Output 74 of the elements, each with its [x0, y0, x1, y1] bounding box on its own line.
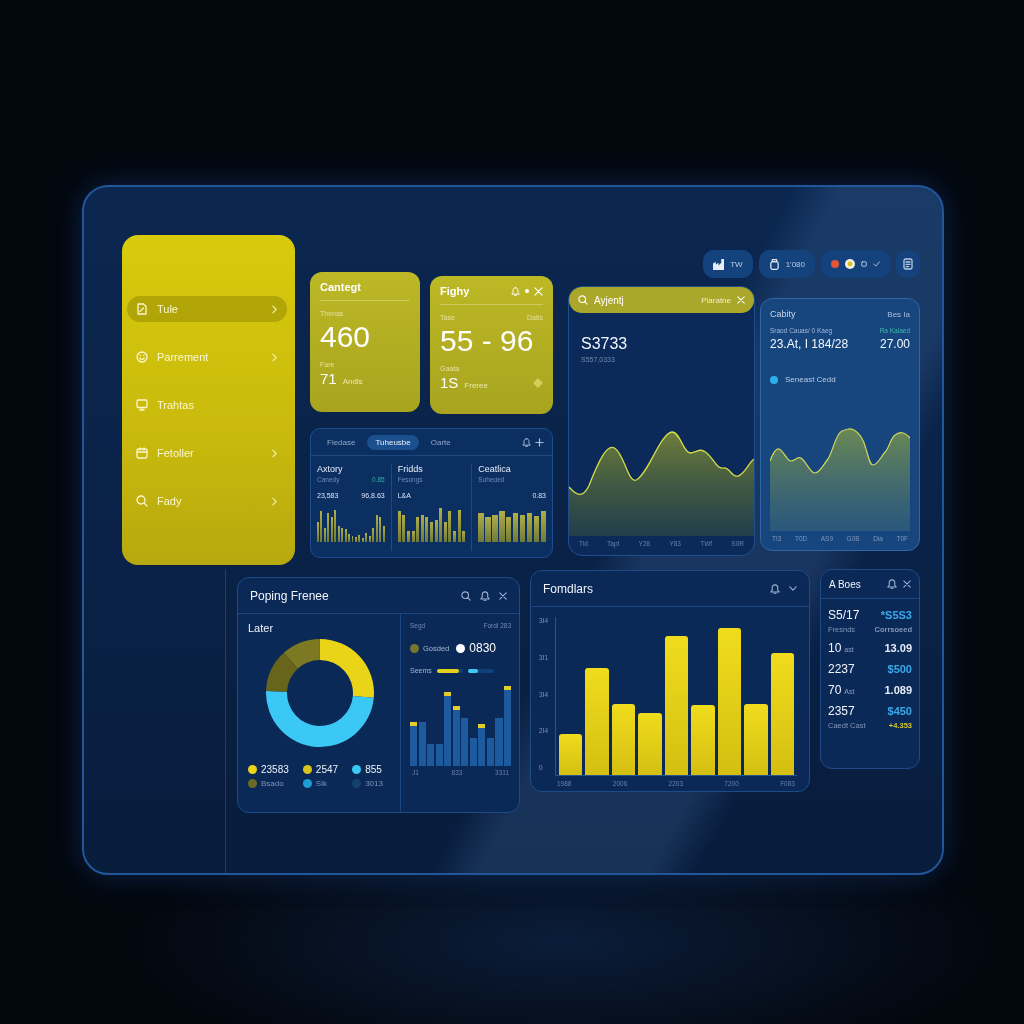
toolbar-chip[interactable]: 1'080 [758, 250, 815, 278]
column-title: Ceatlica [478, 464, 512, 474]
tab[interactable]: Fiedase [319, 434, 364, 450]
card-value: 55 - 96 [440, 325, 535, 357]
panel-title: Fomdlars [543, 581, 593, 596]
panel-title: Poping Frenee [250, 588, 329, 603]
dot-icon [525, 289, 529, 293]
document-icon [903, 258, 913, 270]
bell-icon[interactable] [887, 579, 897, 589]
list-amount: 13.09 [884, 642, 912, 654]
bell-icon[interactable] [770, 583, 780, 594]
legend-label: Sik [315, 779, 327, 788]
building-icon [713, 258, 725, 270]
search-icon[interactable] [461, 590, 471, 601]
chevron-down-icon[interactable] [789, 586, 797, 591]
legend-label: 3013 [365, 779, 383, 788]
card-title: Cantegt [320, 281, 361, 293]
legend-label: 0830 [469, 641, 496, 655]
close-icon[interactable] [499, 591, 507, 600]
smiley-icon [136, 351, 148, 363]
list-amount: *S5S3 [880, 609, 912, 621]
panel-subtitle: Later [248, 622, 275, 634]
toolbar-chip[interactable]: TW [703, 250, 753, 278]
search-icon [136, 495, 148, 507]
bar [559, 733, 583, 775]
bell-icon[interactable] [480, 590, 490, 601]
legend-label: 23583 [261, 764, 289, 775]
legend-label: Seneast Cedd [785, 375, 836, 384]
list-value: 10 [828, 641, 842, 655]
card-sub-value: 71 [320, 370, 337, 387]
bar [638, 713, 662, 775]
legend-label: 2547 [315, 764, 339, 775]
list-value: 70 [828, 683, 842, 697]
diamond-icon [533, 378, 543, 388]
column-title: Fridds [397, 464, 424, 474]
legend-label: 855 [365, 764, 382, 775]
check-icon [873, 261, 880, 267]
document-icon [136, 303, 148, 315]
card-sub-label: Freree [464, 381, 488, 390]
list-value: 2237 [828, 662, 855, 676]
card-sub-value: 1S [440, 374, 459, 391]
list-amount: $500 [887, 663, 912, 675]
filter-label: Plaratne [701, 295, 731, 305]
bell-icon[interactable] [522, 437, 531, 447]
card-title: Fighy [440, 285, 470, 297]
coin-icon [845, 259, 855, 269]
status-chip[interactable] [821, 250, 890, 278]
list-value: S5/17 [828, 608, 860, 622]
tab[interactable]: Oarte [422, 434, 459, 450]
card-sub-label: Andis [342, 377, 363, 386]
list-value: 2357 [828, 704, 855, 718]
plus-icon[interactable] [535, 437, 544, 447]
panel-title: A Boes [829, 578, 861, 590]
bar [611, 703, 636, 775]
summary-total: 27.00 [879, 337, 910, 351]
document-button[interactable] [896, 250, 920, 278]
list-amount: $450 [887, 705, 912, 717]
bar [691, 705, 715, 775]
monitor-icon [136, 399, 148, 411]
metric-value: S3733 [581, 335, 629, 353]
search-icon [578, 295, 588, 305]
close-icon[interactable] [903, 580, 911, 588]
legend-label: Bsado [261, 779, 284, 788]
column-title: Axtory [317, 464, 344, 474]
dot-icon [831, 260, 839, 268]
jar-icon [768, 258, 780, 270]
list-amount: 1.089 [884, 684, 912, 696]
panel-title: Cabity [770, 309, 796, 319]
card-value: 460 [320, 321, 372, 353]
panel-action[interactable]: Bes Ia [887, 309, 910, 319]
calendar-icon [136, 447, 148, 459]
bar [744, 703, 768, 775]
summary-value: 23.At, I 184/28 [770, 337, 849, 351]
tab[interactable]: Tuheusbe [367, 434, 419, 450]
